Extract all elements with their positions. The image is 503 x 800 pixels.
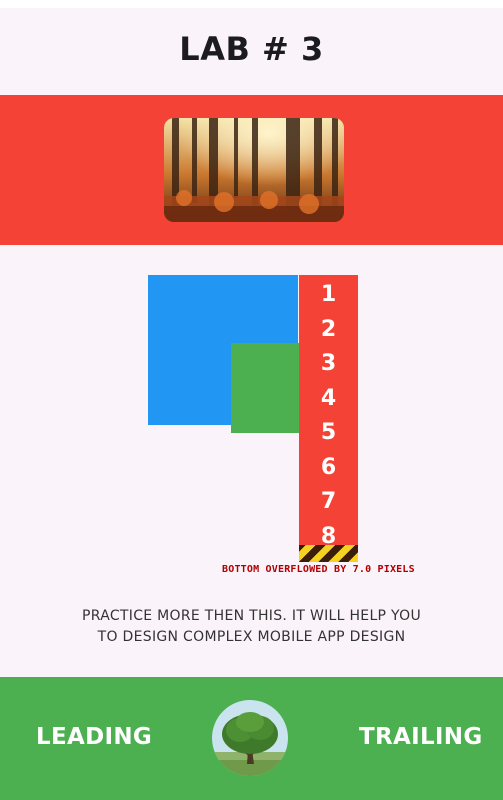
number-item: 4 [320, 386, 337, 411]
number-item: 7 [320, 489, 337, 514]
description-line-2: TO DESIGN COMPLEX MOBILE APP DESIGN [97, 629, 406, 645]
number-item: 3 [320, 351, 337, 376]
overflow-warning-text: BOTTOM OVERFLOWED BY 7.0 PIXELS [222, 564, 415, 575]
number-item: 1 [320, 282, 337, 307]
number-item: 5 [320, 420, 337, 445]
description-line-1: PRACTICE MORE THEN THIS. IT WILL HELP YO… [82, 608, 421, 624]
overflow-warning-stripe [299, 545, 358, 562]
forest-banner-image [164, 118, 344, 222]
description-text: PRACTICE MORE THEN THIS. IT WILL HELP YO… [40, 606, 463, 648]
app-screen: LAB # 3 1 2 3 4 5 6 7 8 BOTTOM OVERFLOWE… [0, 8, 503, 800]
banner-container [0, 95, 503, 245]
green-square [231, 343, 299, 433]
number-item: 6 [320, 455, 337, 480]
page-title: LAB # 3 [179, 30, 324, 68]
footer-bar: LEADING TRAILING [0, 677, 503, 800]
leading-label: LEADING [36, 724, 153, 750]
tree-avatar [212, 700, 288, 776]
trailing-label: TRAILING [359, 724, 483, 750]
number-item: 2 [320, 317, 337, 342]
number-column: 1 2 3 4 5 6 7 8 [299, 275, 358, 554]
